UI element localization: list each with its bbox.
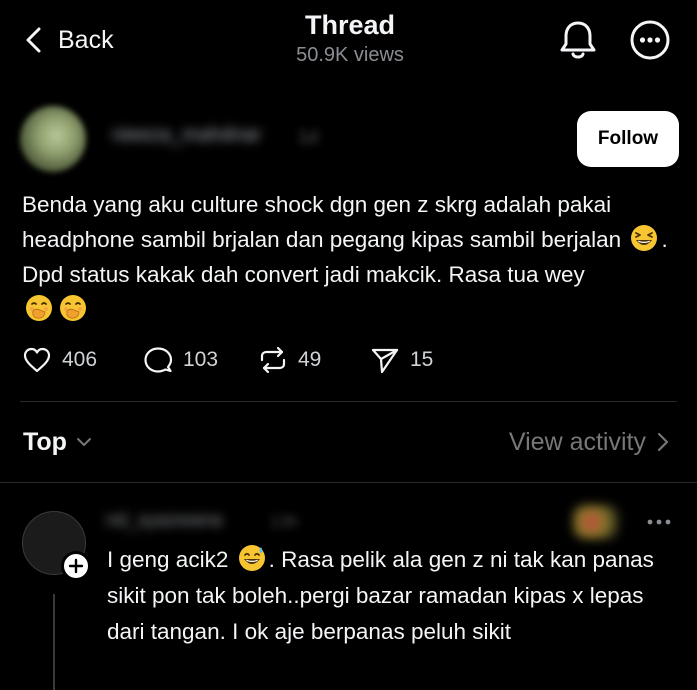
chevron-down-icon: [76, 438, 91, 446]
comment-icon: [144, 347, 173, 373]
post-text-part-1: Benda yang aku culture shock dgn gen z s…: [22, 192, 622, 252]
bell-icon[interactable]: [556, 18, 600, 62]
follow-button[interactable]: Follow: [577, 111, 679, 167]
page-title: Thread: [304, 10, 396, 40]
view-activity-label: View activity: [508, 427, 646, 456]
reply-liked-badge: [573, 505, 619, 539]
repost-count: 49: [298, 348, 322, 371]
repost-button[interactable]: 49: [258, 344, 321, 376]
heart-icon: [23, 347, 51, 373]
divider: [20, 401, 677, 402]
back-label: Back: [58, 25, 114, 54]
follow-plus-button[interactable]: [61, 551, 91, 581]
reply-author-name[interactable]: nd_syazwana: [106, 510, 286, 532]
face-with-hand-over-mouth-icon: [26, 295, 52, 321]
reply-text-part-1: I geng acik2: [107, 547, 229, 572]
face-with-hand-over-mouth-icon: [60, 295, 86, 321]
back-button[interactable]: Back: [24, 20, 114, 60]
author-name[interactable]: nieeza_mahdnar: [112, 124, 312, 148]
plus-icon: [68, 558, 84, 574]
grinning-squinting-face-icon: [631, 225, 658, 251]
sort-dropdown[interactable]: Top: [23, 425, 93, 459]
share-button[interactable]: 15: [370, 344, 433, 376]
more-dots-icon[interactable]: [644, 510, 674, 534]
view-count: 50.9K views: [296, 44, 404, 66]
more-icon[interactable]: [628, 18, 672, 62]
reply-text: I geng acik2 . Rasa pelik ala gen z ni t…: [107, 542, 667, 650]
divider: [0, 482, 697, 483]
sort-label: Top: [23, 427, 67, 456]
comment-button[interactable]: 103: [143, 344, 218, 376]
view-activity-link[interactable]: View activity: [470, 425, 670, 459]
chevron-left-icon: [26, 27, 41, 53]
like-count: 406: [62, 348, 98, 371]
grinning-face-with-sweat-icon: [238, 545, 265, 571]
post-text: Benda yang aku culture shock dgn gen z s…: [22, 187, 682, 327]
share-count: 15: [410, 348, 434, 371]
comment-count: 103: [183, 348, 219, 371]
post-time: 1d: [298, 127, 319, 147]
like-button[interactable]: 406: [22, 344, 97, 376]
reply-time: 13h: [270, 512, 299, 531]
author-avatar[interactable]: [20, 106, 86, 172]
send-icon: [371, 348, 399, 374]
thread-line: [53, 594, 55, 690]
repost-icon: [260, 346, 286, 374]
chevron-right-icon: [657, 432, 669, 452]
